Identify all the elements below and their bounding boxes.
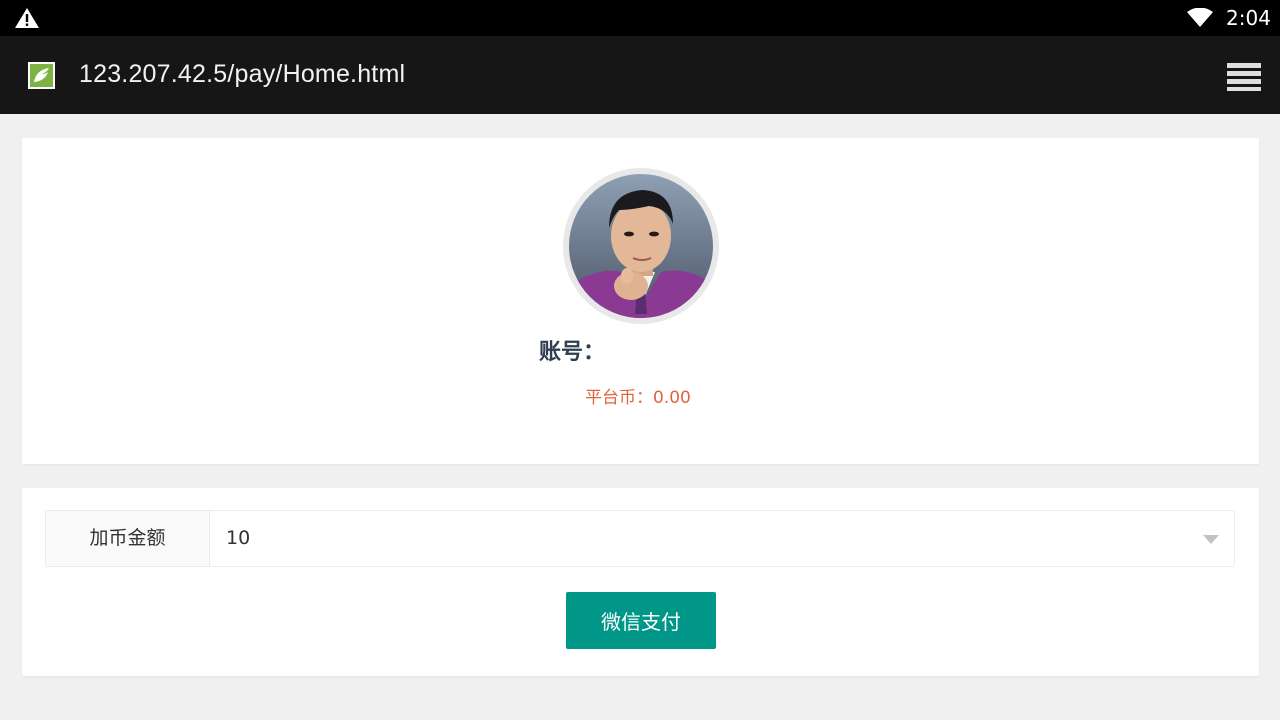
account-label: 账号： xyxy=(539,340,606,365)
warning-icon xyxy=(15,8,39,28)
browser-app-bar: 123.207.42.5/pay/Home.html xyxy=(0,36,1280,114)
amount-select-value: 10 xyxy=(226,527,251,549)
platform-coin-balance: 平台币：0.00 xyxy=(585,388,691,408)
menu-icon[interactable] xyxy=(1226,60,1262,92)
wechat-pay-button[interactable]: 微信支付 xyxy=(566,592,716,649)
status-time: 2:04 xyxy=(1226,6,1271,30)
site-favicon-icon xyxy=(28,62,55,89)
status-bar: 2:04 xyxy=(0,0,1280,36)
amount-select[interactable]: 10 xyxy=(210,511,1234,566)
amount-label: 加币金额 xyxy=(46,511,210,566)
wifi-icon xyxy=(1187,8,1213,27)
amount-form-row: 加币金额 10 xyxy=(45,510,1235,567)
chevron-down-icon xyxy=(1203,535,1219,544)
avatar-frame xyxy=(563,168,719,324)
url-bar[interactable]: 123.207.42.5/pay/Home.html xyxy=(79,60,405,89)
avatar xyxy=(569,174,713,318)
avatar-image xyxy=(569,174,713,318)
